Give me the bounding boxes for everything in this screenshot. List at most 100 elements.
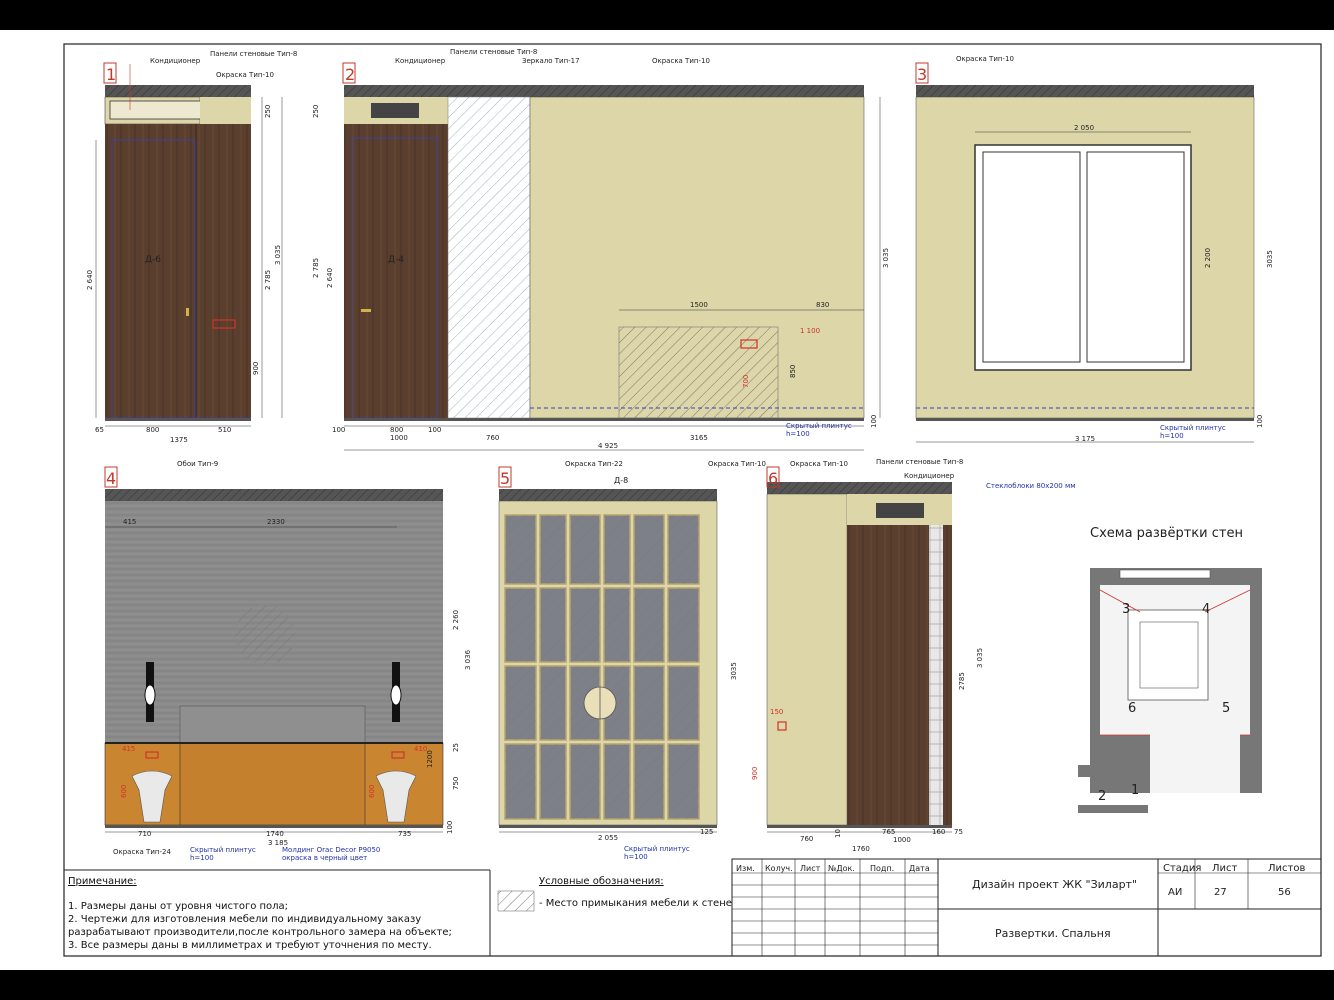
elevation-number: 1 [106,65,116,84]
svg-text:3035: 3035 [730,662,738,680]
drawing-sheet: 1 Кондиционер Панели стеновые Тип-8 Окра… [0,0,1334,1000]
svg-text:1 100: 1 100 [800,327,820,335]
svg-text:h=100: h=100 [1160,432,1184,440]
svg-text:Колуч.: Колуч. [765,864,793,873]
svg-text:600: 600 [368,785,376,798]
svg-text:1000: 1000 [390,434,408,442]
svg-text:h=100: h=100 [190,854,214,862]
svg-text:Окраска Тип-22: Окраска Тип-22 [565,460,623,468]
svg-text:800: 800 [390,426,403,434]
legend-title: Условные обозначения: [539,876,664,887]
label-panels: Панели стеновые Тип-8 [210,50,297,58]
svg-text:250: 250 [312,105,320,118]
svg-text:830: 830 [816,301,829,309]
svg-text:1740: 1740 [266,830,284,838]
label-paint: Окраска Тип-10 [216,71,274,79]
svg-text:Стадия: Стадия [1163,863,1201,874]
svg-text:Обои Тип-9: Обои Тип-9 [177,460,218,468]
svg-text:75: 75 [954,828,963,836]
svg-text:Панели стеновые Тип-8: Панели стеновые Тип-8 [450,48,537,56]
notes-title: Примечание: [68,876,137,887]
svg-text:2785: 2785 [958,672,966,690]
svg-text:1375: 1375 [170,436,188,444]
svg-text:2: 2 [1098,789,1106,804]
svg-text:Листов: Листов [1268,863,1305,874]
svg-text:900: 900 [252,362,260,375]
svg-text:Скрытый плинтус: Скрытый плинтус [190,846,256,854]
svg-text:3: 3 [1122,602,1130,617]
svg-text:Окраска Тип-10: Окраска Тип-10 [956,55,1014,63]
svg-text:Дата: Дата [909,864,930,873]
svg-text:4: 4 [1202,602,1210,617]
svg-text:800: 800 [146,426,159,434]
svg-text:6: 6 [768,469,778,488]
svg-text:900: 900 [751,767,759,780]
svg-text:Изм.: Изм. [736,864,755,873]
elevation-2: 2 Кондиционер Панели стеновые Тип-8 Зерк… [312,48,890,451]
svg-text:750: 750 [452,777,460,790]
svg-text:125: 125 [700,828,713,836]
svg-text:Скрытый плинтус: Скрытый плинтус [624,845,690,853]
svg-text:250: 250 [264,105,272,118]
svg-text:760: 760 [486,434,499,442]
elevation-4: 4 Обои Тип-9 415 2330 2 260 3 036 25 120… [104,460,472,862]
svg-text:100: 100 [428,426,441,434]
svg-text:710: 710 [138,830,151,838]
svg-text:Кондиционер: Кондиционер [395,57,446,65]
svg-text:4 925: 4 925 [598,442,618,450]
svg-text:Лист: Лист [800,864,821,873]
svg-text:Окраска Тип-10: Окраска Тип-10 [652,57,710,65]
svg-text:2 050: 2 050 [1074,124,1094,132]
svg-text:3 035: 3 035 [274,245,282,265]
door-tag: Д-6 [145,255,161,265]
svg-text:1760: 1760 [852,845,870,853]
svg-text:Д-8: Д-8 [614,476,628,485]
svg-text:2330: 2330 [267,518,285,526]
svg-text:700: 700 [742,375,750,388]
svg-text:АИ: АИ [1168,887,1182,898]
scheme-title: Схема развёртки стен [1090,526,1243,541]
svg-text:150: 150 [770,708,783,716]
svg-text:10: 10 [834,829,842,838]
svg-text:Кондиционер: Кондиционер [904,472,955,480]
svg-text:h=100: h=100 [624,853,648,861]
svg-text:2 785: 2 785 [312,258,320,278]
svg-text:2 640: 2 640 [86,270,94,290]
svg-text:56: 56 [1278,887,1291,898]
svg-text:2. Чертежи для изготовления ме: 2. Чертежи для изготовления мебели по ин… [68,914,421,925]
svg-text:100: 100 [870,415,878,428]
svg-text:окраска в черный цвет: окраска в черный цвет [282,854,367,862]
wall-scheme: Схема развёртки стен 3 4 6 5 2 1 [1078,526,1262,813]
sheet-name: Развертки. Спальня [995,927,1111,940]
legend-item: - Место примыкания мебели к стене [539,898,732,909]
svg-text:3 175: 3 175 [1075,435,1095,443]
svg-text:3 035: 3 035 [976,648,984,668]
svg-text:510: 510 [218,426,231,434]
svg-text:160: 160 [932,828,945,836]
svg-text:3 036: 3 036 [464,649,472,670]
svg-text:3035: 3035 [1266,250,1274,268]
svg-text:Стеклоблоки 80х200 мм: Стеклоблоки 80х200 мм [986,482,1076,490]
svg-text:Подп.: Подп. [870,864,894,873]
svg-text:Скрытый плинтус: Скрытый плинтус [1160,424,1226,432]
svg-text:415: 415 [123,518,136,526]
svg-text:6: 6 [1128,701,1136,716]
svg-text:1500: 1500 [690,301,708,309]
label-ac: Кондиционер [150,57,201,65]
svg-text:5: 5 [1222,701,1230,716]
svg-text:2 785: 2 785 [264,270,272,290]
svg-text:Панели стеновые Тип-8: Панели стеновые Тип-8 [876,458,963,466]
svg-text:Окраска Тип-24: Окраска Тип-24 [113,848,171,856]
svg-text:100: 100 [332,426,345,434]
svg-text:415: 415 [122,745,135,753]
svg-text:1. Размеры даны от уровня чист: 1. Размеры даны от уровня чистого пола; [68,901,288,912]
svg-text:3: 3 [917,65,927,84]
svg-text:735: 735 [398,830,411,838]
svg-text:Окраска Тип-10: Окраска Тип-10 [790,460,848,468]
svg-text:410: 410 [414,745,427,753]
svg-text:765: 765 [882,828,895,836]
svg-text:3165: 3165 [690,434,708,442]
svg-text:разрабатывают производители,по: разрабатывают производители,после контро… [68,927,452,938]
svg-text:Окраска Тип-10: Окраска Тип-10 [708,460,766,468]
svg-text:850: 850 [789,365,797,378]
